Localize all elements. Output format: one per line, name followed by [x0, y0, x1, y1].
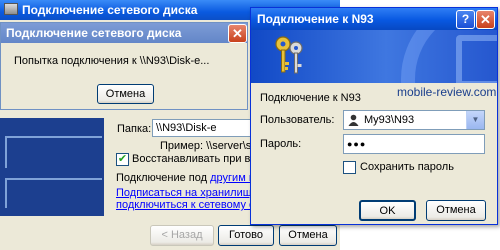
credentials-dialog: Подключение к N93 ? ✕ Подключение к N93 … — [250, 7, 498, 225]
back-button[interactable]: < Назад — [150, 225, 214, 246]
login-title: Подключение к N93 — [257, 12, 374, 26]
password-input[interactable]: ●●● — [343, 134, 485, 154]
connecting-message: Попытка подключения к \\N93\Disk-e... — [14, 55, 210, 67]
login-banner — [251, 30, 497, 83]
username-value: My93\N93 — [364, 114, 415, 126]
connecting-dialog: Подключение сетевого диска ✕ Попытка под… — [0, 22, 248, 110]
wizard-cancel-button[interactable]: Отмена — [279, 225, 337, 246]
username-label: Пользователь: — [260, 114, 335, 126]
keys-icon — [275, 36, 303, 74]
folder-input[interactable]: \\N93\Disk-e — [152, 119, 264, 137]
user-icon — [348, 114, 359, 126]
save-password-label: Сохранить пароль — [360, 161, 454, 173]
close-icon[interactable]: ✕ — [228, 24, 247, 43]
ok-button[interactable]: OK — [359, 200, 416, 221]
username-combobox[interactable]: My93\N93 ▼ — [343, 110, 485, 130]
reconnect-checkbox[interactable]: ✔ — [116, 153, 129, 166]
wizard-side-graphic — [0, 118, 104, 216]
watermark-text: mobile-review.com — [397, 85, 497, 99]
finish-button[interactable]: Готово — [218, 225, 274, 246]
connecting-cancel-button[interactable]: Отмена — [97, 84, 154, 104]
login-cancel-button[interactable]: Отмена — [426, 200, 486, 221]
chevron-down-icon[interactable]: ▼ — [466, 111, 484, 129]
help-icon[interactable]: ? — [456, 10, 475, 29]
folder-label: Папка: — [117, 123, 152, 135]
connecting-title: Подключение сетевого диска — [6, 26, 182, 40]
close-icon[interactable]: ✕ — [476, 10, 495, 29]
password-label: Пароль: — [260, 138, 302, 150]
save-password-checkbox[interactable] — [343, 161, 356, 174]
connect-to-label: Подключение к N93 — [260, 92, 361, 104]
network-drive-icon — [4, 3, 18, 15]
connecting-title-bar[interactable]: Подключение сетевого диска — [1, 23, 247, 43]
wizard-title: Подключение сетевого диска — [22, 3, 198, 17]
